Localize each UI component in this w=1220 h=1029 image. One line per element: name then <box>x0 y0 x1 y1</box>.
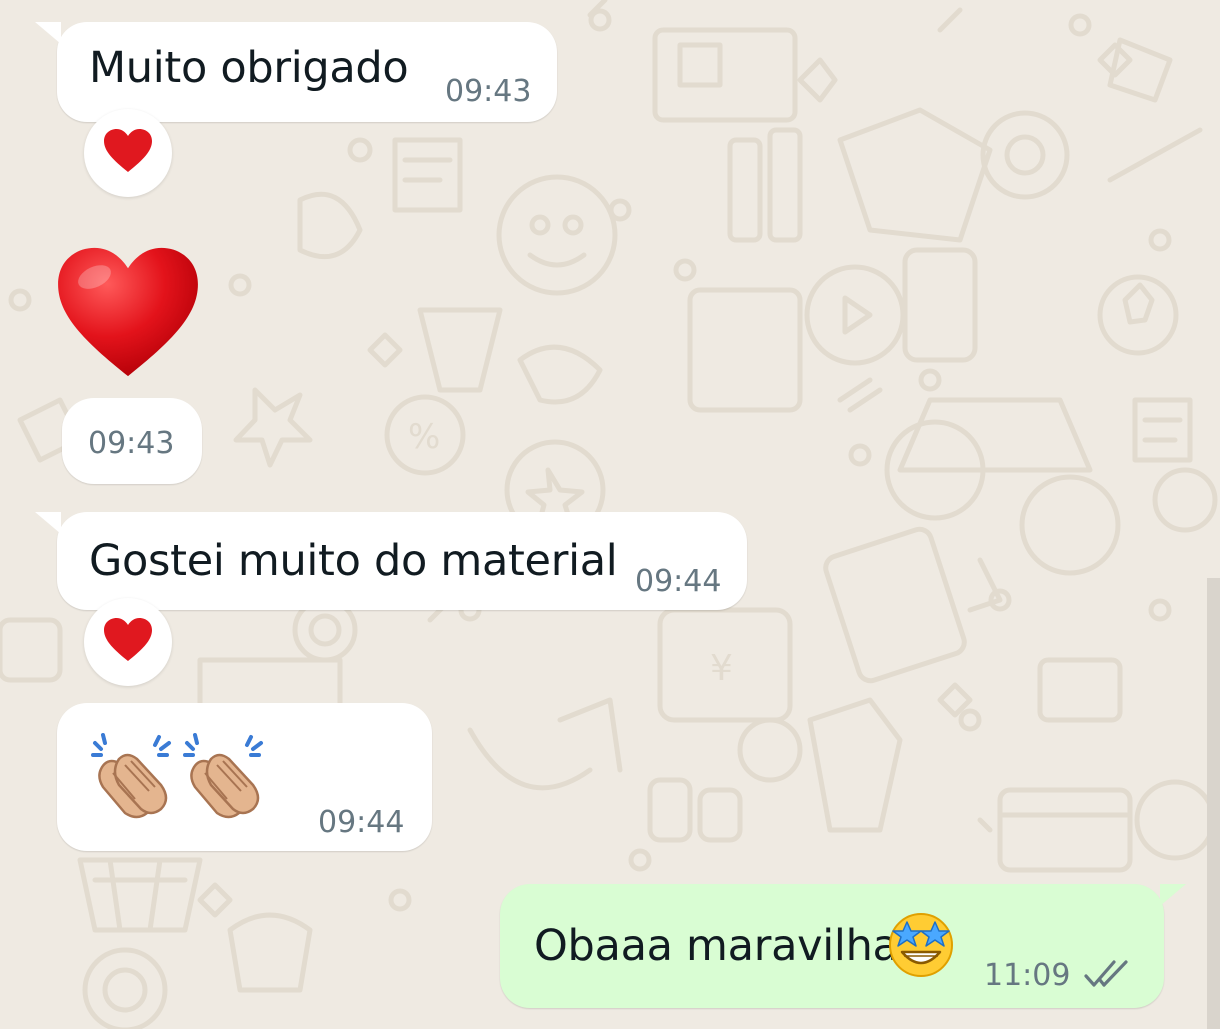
svg-text:%: % <box>408 417 440 457</box>
star-struck-icon <box>889 913 953 977</box>
red-heart-icon <box>104 129 152 172</box>
message-timestamp: 11:09 <box>984 958 1071 993</box>
message-timestamp: 09:44 <box>635 564 722 599</box>
red-heart-icon[interactable] <box>55 245 201 379</box>
message-timestamp: 09:43 <box>445 74 532 109</box>
clapping-hands-icon <box>183 733 263 819</box>
message-bubble-incoming[interactable]: Muito obrigado 09:43 <box>35 22 557 122</box>
bubble-tail <box>1160 884 1186 906</box>
message-timestamp: 09:44 <box>318 805 405 840</box>
message-bubble-outgoing[interactable]: Obaaa maravilha 11:09 <box>500 884 1186 1008</box>
message-timestamp: 09:43 <box>88 426 175 461</box>
bubble-tail <box>35 512 61 534</box>
svg-text:¥: ¥ <box>710 648 733 689</box>
message-text: Muito obrigado <box>89 43 409 93</box>
message-bubble-incoming[interactable]: 09:44 <box>57 703 432 851</box>
message-bubble-incoming[interactable]: Gostei muito do material 09:44 <box>35 512 747 610</box>
message-text: Obaaa maravilha <box>534 921 899 971</box>
message-timestamp-pill: 09:43 <box>62 398 202 484</box>
message-reaction[interactable] <box>84 109 172 197</box>
clapping-hands-icon <box>91 733 171 819</box>
red-heart-icon <box>104 618 152 661</box>
bubble-tail <box>35 22 61 44</box>
message-reaction[interactable] <box>84 598 172 686</box>
scrollbar[interactable] <box>1207 578 1220 1029</box>
read-double-check-icon <box>1084 960 1128 987</box>
message-text: Gostei muito do material <box>89 536 618 586</box>
